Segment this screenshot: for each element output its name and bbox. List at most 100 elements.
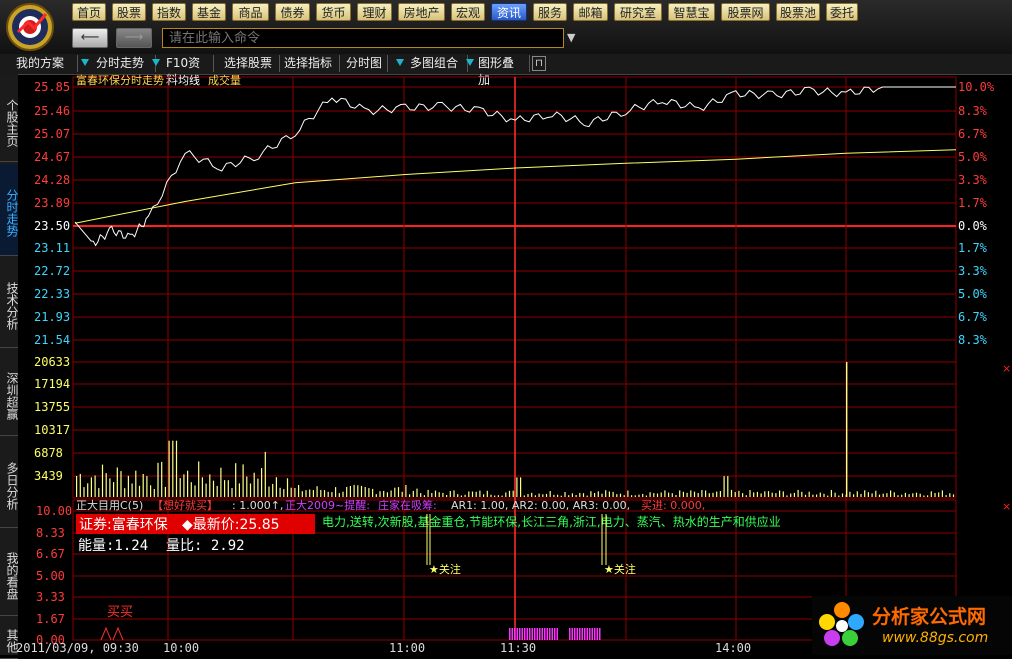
volume-bar: [897, 495, 899, 497]
volume-bar: [560, 495, 562, 497]
indicator-bar: [514, 628, 516, 640]
toolbar-item-1[interactable]: 分时走势: [92, 55, 156, 72]
indicator-bar: [544, 628, 546, 640]
volume-bar: [531, 492, 533, 497]
toolbar-item-0[interactable]: 我的方案: [12, 55, 78, 72]
price-axis-label: 23.50: [34, 219, 70, 233]
volume-bar: [668, 492, 670, 497]
volume-bar: [723, 476, 725, 497]
toolbar-item-4[interactable]: 选择指标: [280, 55, 340, 72]
menu-item-7[interactable]: 理财: [357, 3, 392, 21]
volume-bar: [686, 492, 688, 497]
menu-item-15[interactable]: 股票网: [721, 3, 770, 21]
menu-item-3[interactable]: 基金: [192, 3, 226, 21]
volume-bar: [194, 485, 196, 497]
forward-button[interactable]: ⟶: [116, 28, 152, 48]
menu-item-6[interactable]: 货币: [316, 3, 351, 21]
indicator-bar: [531, 628, 533, 640]
menu-item-5[interactable]: 债券: [275, 3, 310, 21]
menu-item-9[interactable]: 宏观: [451, 3, 485, 21]
watermark: 分析家公式网 www.88gs.com: [812, 596, 1012, 655]
price-axis-label: 21.54: [34, 333, 70, 347]
volume-bar: [775, 493, 777, 497]
time-axis-label: 14:00: [715, 641, 751, 655]
menu-item-10[interactable]: 资讯: [491, 3, 527, 21]
volume-bar: [756, 491, 758, 497]
command-dropdown-icon[interactable]: ▼: [567, 31, 575, 44]
pct-axis-label: 5.0%: [958, 150, 988, 164]
menu-item-16[interactable]: 股票池: [776, 3, 820, 21]
price-axis-label: 24.67: [34, 150, 70, 164]
indicator-bar: [581, 628, 583, 640]
menu-item-14[interactable]: 智慧宝: [668, 3, 715, 21]
indicator-bar: [596, 628, 598, 640]
volume-bar: [227, 480, 229, 497]
menu-item-12[interactable]: 邮箱: [573, 3, 608, 21]
volume-bar: [808, 491, 810, 497]
volume-bar: [767, 491, 770, 497]
volume-bar: [172, 440, 174, 497]
volume-ratio-label: 量比: 2.92: [166, 538, 245, 554]
price-axis-label: 22.33: [34, 287, 70, 301]
indicator-bar: [551, 628, 553, 640]
volume-bar: [212, 480, 215, 497]
volume-bar: [101, 464, 104, 497]
menu-item-11[interactable]: 服务: [533, 3, 567, 21]
volume-bar: [501, 495, 503, 497]
volume-bar: [423, 495, 425, 497]
menu-item-13[interactable]: 研究室: [614, 3, 662, 21]
time-axis-label: 11:00: [389, 641, 425, 655]
toolbar-dropdown-icon[interactable]: [396, 59, 404, 66]
toolbar-dropdown-icon[interactable]: [152, 59, 160, 66]
pct-axis-label: 8.3%: [958, 333, 988, 347]
menu-item-4[interactable]: 商品: [232, 3, 269, 21]
volume-bar: [712, 492, 714, 497]
volume-bar: [142, 474, 144, 497]
volume-bar: [246, 476, 248, 497]
volume-bar: [309, 489, 311, 497]
volume-bar: [827, 495, 829, 497]
volume-bar: [705, 490, 707, 497]
menu-item-0[interactable]: 首页: [72, 3, 106, 21]
volume-bar: [94, 475, 96, 497]
volume-bar: [183, 474, 185, 497]
indicator-axis-label: 1.67: [36, 612, 65, 626]
volume-bar: [816, 494, 818, 497]
volume-bar: [113, 482, 115, 497]
menu-item-2[interactable]: 指数: [152, 3, 186, 21]
toolbar-item-2[interactable]: F10资料: [162, 55, 214, 87]
volume-bar: [782, 491, 784, 497]
toolbar-dropdown-icon[interactable]: [81, 59, 89, 66]
indicator-bar: [574, 628, 576, 640]
toolbar-item-7[interactable]: 图形叠加: [474, 55, 530, 87]
toolbar-item-5[interactable]: 分时图: [342, 55, 388, 72]
volume-bar: [941, 490, 943, 497]
menu-item-1[interactable]: 股票: [112, 3, 146, 21]
indicator-bar: [556, 628, 558, 640]
volume-bar: [375, 494, 377, 497]
volume-bar: [608, 491, 610, 497]
volume-bar: [719, 491, 721, 497]
volume-bar: [708, 493, 710, 497]
toolbar-item-3[interactable]: 选择股票: [220, 55, 280, 72]
indicator-bar: [536, 628, 538, 640]
volume-bar: [520, 477, 522, 497]
toolbar-dropdown-icon[interactable]: [466, 59, 474, 66]
flower-logo-icon: [819, 602, 864, 646]
volume-bar: [653, 493, 655, 497]
volume-bar: [116, 467, 118, 497]
back-button[interactable]: ⟵: [72, 28, 108, 48]
menu-item-8[interactable]: 房地产: [398, 3, 445, 21]
toolbar-item-6[interactable]: 多图组合: [406, 55, 468, 72]
indicator-bar: [599, 628, 601, 640]
command-input[interactable]: [162, 28, 564, 48]
price-axis-label: 24.28: [34, 173, 70, 187]
volume-bar: [220, 467, 222, 497]
buy-arrows: [100, 626, 124, 641]
lock-icon[interactable]: ⊓: [532, 56, 546, 71]
volume-bar: [527, 494, 529, 497]
volume-bar: [312, 490, 314, 497]
volume-bar: [804, 494, 807, 497]
menu-item-17[interactable]: 委托: [826, 3, 858, 21]
volume-bar: [616, 494, 618, 497]
